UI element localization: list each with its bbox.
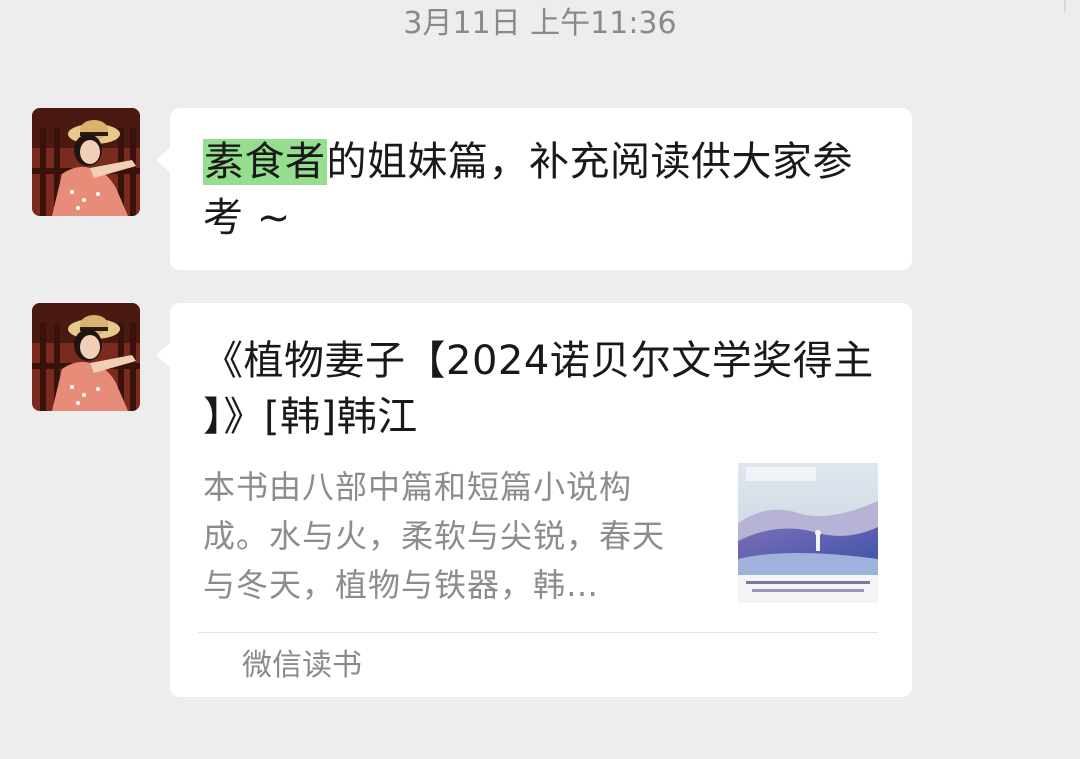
card-source-label: 微信读书 bbox=[242, 648, 362, 683]
message-text: 素食者的姐妹篇，补充阅读供大家参考 ~ bbox=[203, 134, 878, 246]
book-cover-thumbnail bbox=[738, 463, 878, 603]
scroll-edge bbox=[1064, 0, 1066, 12]
card-title: 《植物妻子【2024诺贝尔文学奖得主 】》[韩]韩江 bbox=[203, 338, 874, 440]
highlighted-text[interactable]: 素食者 bbox=[203, 139, 327, 185]
avatar-photo-icon bbox=[32, 303, 140, 411]
avatar[interactable] bbox=[32, 303, 140, 411]
text-message-bubble[interactable]: 素食者的姐妹篇，补充阅读供大家参考 ~ bbox=[156, 108, 912, 270]
book-cover-icon bbox=[738, 463, 878, 603]
avatar[interactable] bbox=[32, 108, 140, 216]
card-description: 本书由八部中篇和短篇小说构成。水与火，柔软与尖锐，春天与冬天，植物与铁器，韩… bbox=[203, 468, 666, 604]
avatar-photo-icon bbox=[32, 108, 140, 216]
link-card-bubble[interactable]: 《植物妻子【2024诺贝尔文学奖得主 】》[韩]韩江 本书由八部中篇和短篇小说构… bbox=[156, 303, 912, 697]
message-timestamp: 3月11日 上午11:36 bbox=[403, 6, 677, 41]
card-divider bbox=[198, 632, 878, 633]
card-body: 本书由八部中篇和短篇小说构成。水与火，柔软与尖锐，春天与冬天，植物与铁器，韩… bbox=[203, 463, 878, 604]
